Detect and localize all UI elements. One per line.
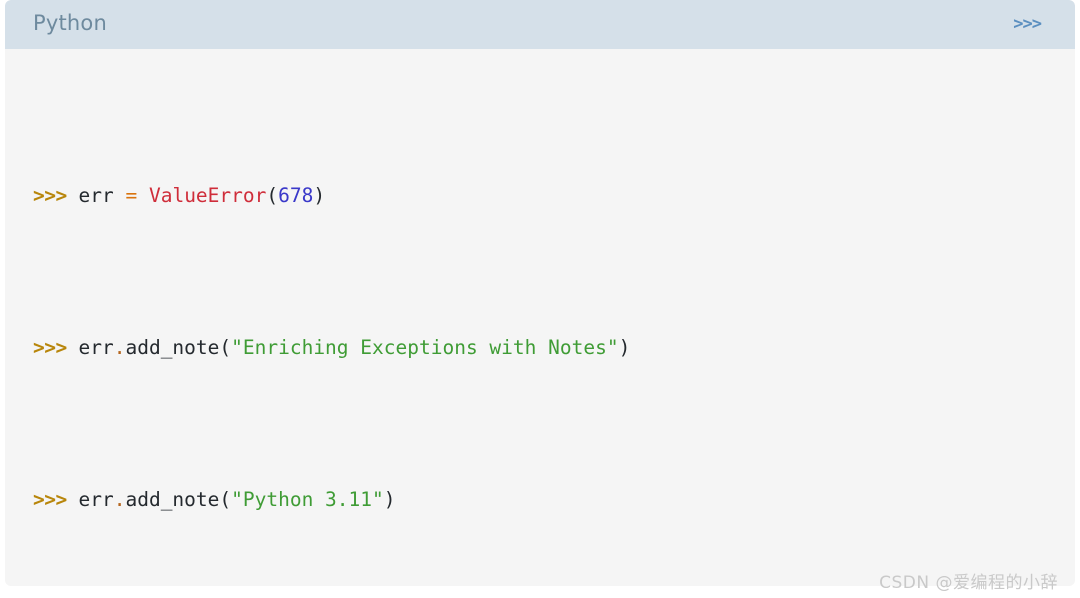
paren-open: (: [219, 336, 232, 359]
paren-close: ): [313, 184, 326, 207]
prompt-token: >>>: [33, 336, 67, 359]
prompt-token: >>>: [33, 488, 67, 511]
method-add-note: add_note: [125, 336, 220, 359]
python-code-block: Python >>> >>> err = ValueError(678) >>>…: [5, 0, 1075, 586]
paren-open: (: [219, 488, 232, 511]
csdn-watermark: CSDN @爱编程的小辞: [879, 573, 1058, 593]
dot-token: .: [113, 336, 126, 359]
repl-prompt-badge-icon: >>>: [1013, 14, 1042, 34]
language-label: Python: [33, 11, 107, 35]
code-content[interactable]: >>> err = ValueError(678) >>> err.add_no…: [5, 49, 1075, 586]
assign-operator: =: [125, 184, 138, 207]
dot-token: .: [113, 488, 126, 511]
exception-name-token: ValueError: [148, 184, 267, 207]
string-note-1: "Enriching Exceptions with Notes": [231, 336, 619, 359]
variable-err: err: [78, 336, 114, 359]
number-token: 678: [278, 184, 314, 207]
paren-open: (: [266, 184, 279, 207]
string-note-2: "Python 3.11": [231, 488, 384, 511]
prompt-token: >>>: [33, 184, 67, 207]
code-block-header: Python >>>: [5, 0, 1075, 49]
variable-err: err: [78, 184, 114, 207]
screenshot-root: Python >>> >>> err = ValueError(678) >>>…: [0, 0, 1080, 598]
method-add-note: add_note: [125, 488, 220, 511]
code-line-3: >>> err.add_note("Python 3.11"): [5, 481, 1075, 519]
paren-close: ): [618, 336, 631, 359]
code-line-2: >>> err.add_note("Enriching Exceptions w…: [5, 329, 1075, 367]
paren-close: ): [383, 488, 396, 511]
variable-err: err: [78, 488, 114, 511]
code-line-1: >>> err = ValueError(678): [5, 177, 1075, 215]
